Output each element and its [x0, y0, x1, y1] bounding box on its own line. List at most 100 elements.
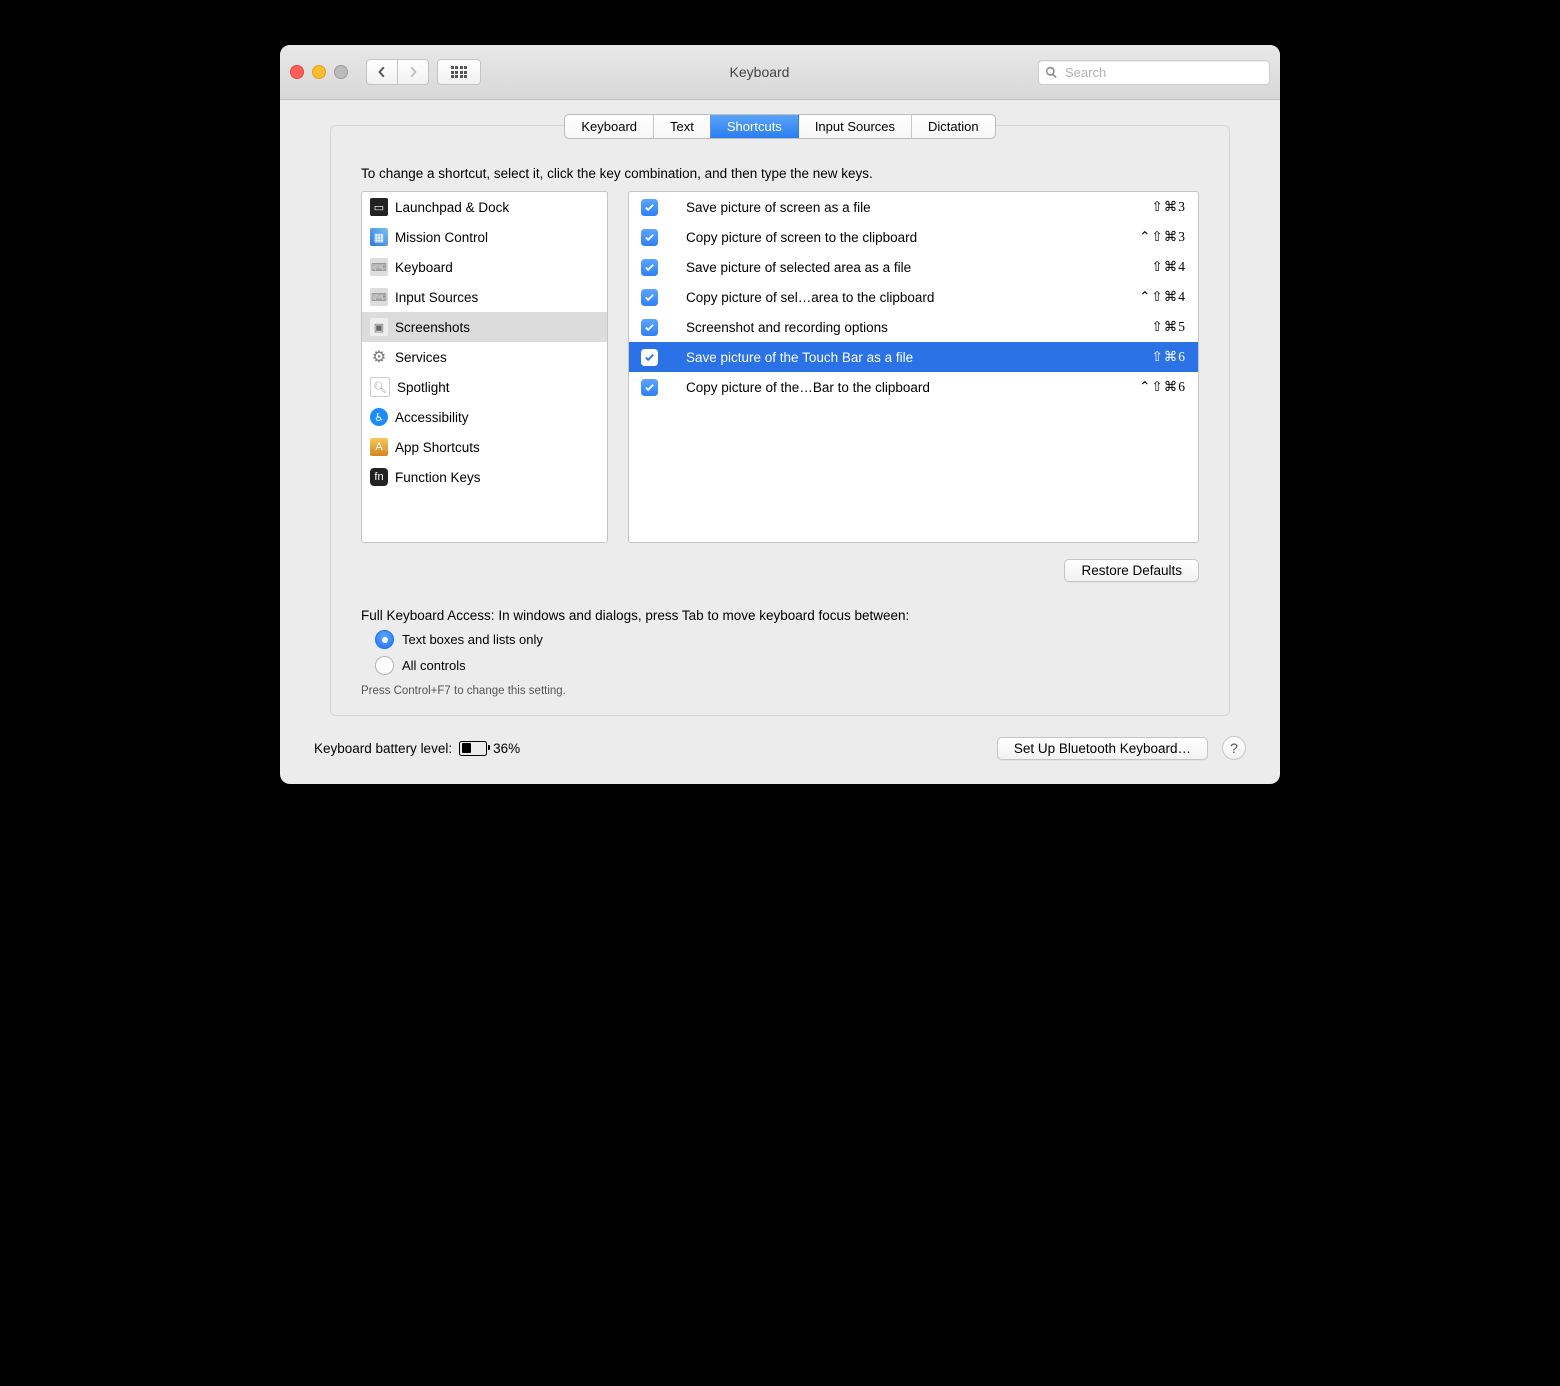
shortcut-keys[interactable]: ⇧⌘4 [1151, 259, 1186, 275]
cat-label: Accessibility [395, 410, 469, 425]
chevron-right-icon [407, 66, 419, 78]
radio-button[interactable] [375, 656, 394, 675]
shortcut-keys[interactable]: ⌃⇧⌘4 [1139, 289, 1186, 305]
services-icon: ⚙ [370, 348, 388, 366]
shortcut-label: Copy picture of screen to the clipboard [686, 230, 1129, 245]
shortcut-checkbox[interactable] [641, 379, 658, 396]
shortcut-checkbox[interactable] [641, 289, 658, 306]
radio-label: Text boxes and lists only [402, 632, 543, 647]
fka-option-textboxes[interactable]: Text boxes and lists only [375, 630, 1199, 649]
back-button[interactable] [366, 59, 397, 85]
shortcut-row[interactable]: Copy picture of screen to the clipboard … [629, 222, 1198, 252]
tab-bar: Keyboard Text Shortcuts Input Sources Di… [564, 114, 995, 139]
radio-button[interactable] [375, 630, 394, 649]
shortcut-checkbox[interactable] [641, 319, 658, 336]
spotlight-icon: 🔍︎ [370, 377, 390, 397]
setup-bluetooth-button[interactable]: Set Up Bluetooth Keyboard… [997, 737, 1208, 760]
cat-label: Keyboard [395, 260, 453, 275]
cat-services[interactable]: ⚙ Services [362, 342, 607, 372]
cat-label: Services [395, 350, 447, 365]
shortcut-row[interactable]: Save picture of selected area as a file … [629, 252, 1198, 282]
pane: Keyboard Text Shortcuts Input Sources Di… [280, 100, 1280, 736]
cat-label: Spotlight [397, 380, 450, 395]
nav-back-forward [366, 59, 429, 85]
cat-input-sources[interactable]: ⌨ Input Sources [362, 282, 607, 312]
traffic-lights [290, 65, 348, 79]
cat-label: Mission Control [395, 230, 488, 245]
shortcut-row[interactable]: Save picture of screen as a file ⇧⌘3 [629, 192, 1198, 222]
search-field-wrap[interactable] [1038, 60, 1270, 85]
shortcut-keys[interactable]: ⇧⌘5 [1151, 319, 1186, 335]
shortcut-list[interactable]: Save picture of screen as a file ⇧⌘3 Cop… [628, 191, 1199, 543]
search-input[interactable] [1063, 64, 1263, 81]
preferences-window: Keyboard Keyboard Text Shortcuts Input S… [280, 45, 1280, 784]
input-sources-icon: ⌨ [370, 288, 388, 306]
window-title: Keyboard [481, 64, 1038, 80]
function-keys-icon: fn [370, 468, 388, 486]
mission-control-icon: ▦ [370, 228, 388, 246]
shortcut-label: Screenshot and recording options [686, 320, 1141, 335]
instruction-text: To change a shortcut, select it, click t… [361, 166, 1199, 181]
shortcut-label: Copy picture of sel…area to the clipboar… [686, 290, 1129, 305]
zoom-window-button[interactable] [334, 65, 348, 79]
shortcut-keys[interactable]: ⇧⌘3 [1151, 199, 1186, 215]
cat-app-shortcuts[interactable]: A App Shortcuts [362, 432, 607, 462]
shortcut-checkbox[interactable] [641, 229, 658, 246]
launchpad-icon: ▭ [370, 198, 388, 216]
shortcut-label: Save picture of the Touch Bar as a file [686, 350, 1141, 365]
tab-shortcuts[interactable]: Shortcuts [711, 115, 799, 138]
cat-launchpad-dock[interactable]: ▭ Launchpad & Dock [362, 192, 607, 222]
cat-label: Input Sources [395, 290, 478, 305]
tab-keyboard[interactable]: Keyboard [565, 115, 654, 138]
shortcut-keys[interactable]: ⌃⇧⌘3 [1139, 229, 1186, 245]
restore-defaults-button[interactable]: Restore Defaults [1064, 559, 1199, 582]
fka-hint: Press Control+F7 to change this setting. [361, 685, 1199, 697]
search-icon [1045, 66, 1058, 79]
category-list[interactable]: ▭ Launchpad & Dock ▦ Mission Control ⌨ K… [361, 191, 608, 543]
keyboard-icon: ⌨ [370, 258, 388, 276]
chevron-left-icon [376, 66, 388, 78]
tab-dictation[interactable]: Dictation [912, 115, 995, 138]
grid-icon [451, 66, 468, 78]
forward-button[interactable] [397, 59, 429, 85]
cat-keyboard[interactable]: ⌨ Keyboard [362, 252, 607, 282]
screenshots-icon: ▣ [370, 318, 388, 336]
battery-icon [459, 741, 487, 756]
full-keyboard-access-label: Full Keyboard Access: In windows and dia… [361, 608, 1199, 623]
accessibility-icon: ♿︎ [370, 408, 388, 426]
show-all-button[interactable] [437, 59, 481, 85]
shortcut-label: Save picture of screen as a file [686, 200, 1141, 215]
radio-label: All controls [402, 658, 466, 673]
footer: Keyboard battery level: 36% Set Up Bluet… [280, 736, 1280, 784]
shortcut-row[interactable]: Copy picture of sel…area to the clipboar… [629, 282, 1198, 312]
shortcut-checkbox[interactable] [641, 349, 658, 366]
cat-label: App Shortcuts [395, 440, 480, 455]
close-window-button[interactable] [290, 65, 304, 79]
shortcut-keys[interactable]: ⌃⇧⌘6 [1139, 379, 1186, 395]
cat-spotlight[interactable]: 🔍︎ Spotlight [362, 372, 607, 402]
battery-percentage: 36% [493, 741, 520, 756]
shortcut-keys[interactable]: ⇧⌘6 [1151, 349, 1186, 365]
fka-option-all[interactable]: All controls [375, 656, 1199, 675]
content-panel: To change a shortcut, select it, click t… [330, 125, 1230, 716]
shortcut-label: Save picture of selected area as a file [686, 260, 1141, 275]
shortcut-checkbox[interactable] [641, 259, 658, 276]
help-button[interactable]: ? [1222, 736, 1246, 760]
shortcut-label: Copy picture of the…Bar to the clipboard [686, 380, 1129, 395]
cat-accessibility[interactable]: ♿︎ Accessibility [362, 402, 607, 432]
cat-label: Function Keys [395, 470, 481, 485]
cat-function-keys[interactable]: fn Function Keys [362, 462, 607, 492]
shortcut-row[interactable]: Copy picture of the…Bar to the clipboard… [629, 372, 1198, 402]
tab-input-sources[interactable]: Input Sources [799, 115, 912, 138]
shortcut-row[interactable]: Screenshot and recording options ⇧⌘5 [629, 312, 1198, 342]
battery-label: Keyboard battery level: [314, 741, 452, 756]
minimize-window-button[interactable] [312, 65, 326, 79]
cat-screenshots[interactable]: ▣ Screenshots [362, 312, 607, 342]
cat-label: Screenshots [395, 320, 470, 335]
toolbar: Keyboard [280, 45, 1280, 100]
cat-mission-control[interactable]: ▦ Mission Control [362, 222, 607, 252]
app-shortcuts-icon: A [370, 438, 388, 456]
tab-text[interactable]: Text [654, 115, 711, 138]
shortcut-row[interactable]: Save picture of the Touch Bar as a file … [629, 342, 1198, 372]
shortcut-checkbox[interactable] [641, 199, 658, 216]
